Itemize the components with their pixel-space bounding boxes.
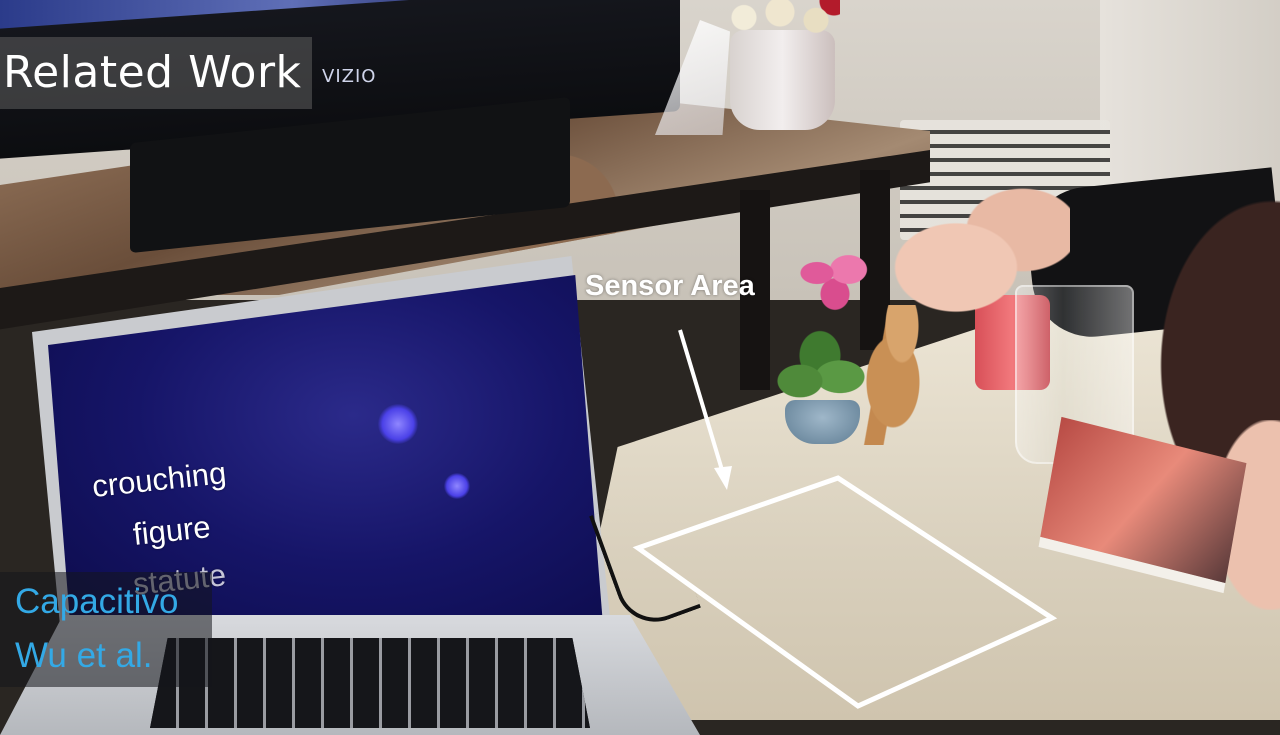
caption-authors: Wu et al. (15, 636, 153, 675)
caption-project-name: Capacitivo (15, 582, 179, 621)
sensor-area-outline (632, 475, 1058, 709)
video-frame: VIZIO crouching figure statute Sensor Ar… (0, 0, 1280, 735)
sensor-area-label: Sensor Area (585, 270, 755, 302)
annotation-arrowhead (714, 466, 732, 490)
slide-title: Related Work (3, 47, 302, 98)
annotation-arrow-line (678, 329, 724, 471)
